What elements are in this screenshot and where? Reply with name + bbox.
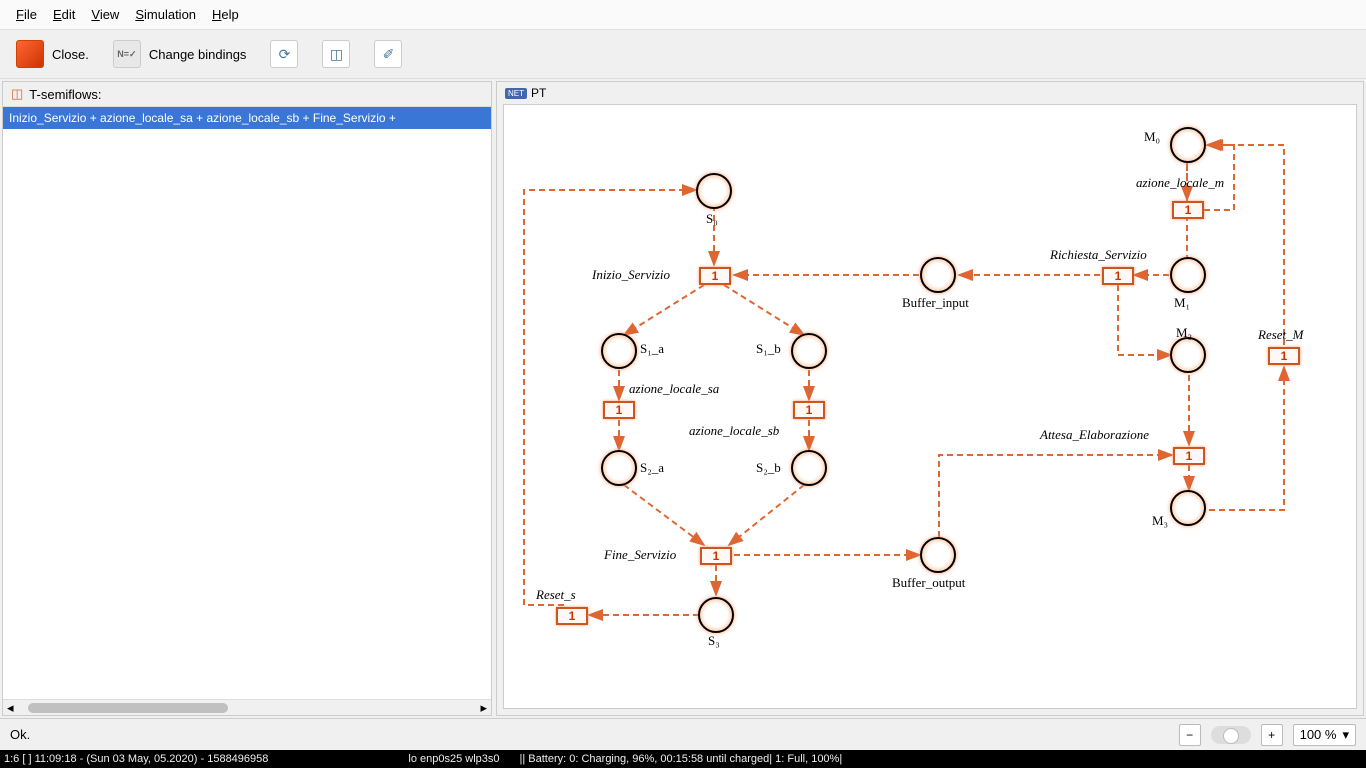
label-fine: Fine_Servizio <box>604 547 676 563</box>
menu-view[interactable]: View <box>83 3 127 26</box>
tool-refresh[interactable]: ⟳ <box>270 40 298 68</box>
right-panel: NET PT <box>496 81 1364 716</box>
petri-net-canvas[interactable]: S₀ S₁_a S₁_b S₂_a S₂_b S₃ Buffer_input B… <box>503 104 1357 709</box>
status-message: Ok. <box>10 727 30 742</box>
menu-edit[interactable]: Edit <box>45 3 83 26</box>
label-s1b: S₁_b <box>756 341 781 357</box>
label-att: Attesa_Elaborazione <box>1040 427 1149 443</box>
label-s3: S₃ <box>708 633 720 649</box>
semiflows-icon: ◫ <box>11 86 23 102</box>
transition-azione-sb[interactable]: 1 <box>793 401 825 419</box>
label-s1a: S₁_a <box>640 341 664 357</box>
label-s0: S₀ <box>706 211 718 227</box>
left-panel: ◫ T-semiflows: Inizio_Servizio + azione_… <box>2 81 492 716</box>
semiflows-title: T-semiflows: <box>29 87 101 102</box>
transition-reset-s[interactable]: 1 <box>556 607 588 625</box>
horizontal-scrollbar[interactable]: ◂ ▸ <box>3 699 491 715</box>
panel-icon: ◫ <box>322 40 350 68</box>
measure-icon: ✐ <box>374 40 402 68</box>
label-resets: Reset_s <box>536 587 576 603</box>
close-label: Close. <box>52 47 89 62</box>
place-s1a[interactable] <box>601 333 637 369</box>
label-s2b: S₂_b <box>756 460 781 476</box>
place-s0[interactable] <box>696 173 732 209</box>
label-rich: Richiesta_Servizio <box>1050 247 1147 263</box>
sysbar-time: 1:6 [ ] 11:09:18 - (Sun 03 May, 05.2020)… <box>4 753 268 765</box>
net-badge: NET <box>505 88 527 99</box>
sysbar-battery: || Battery: 0: Charging, 96%, 00:15:58 u… <box>520 753 843 765</box>
scroll-thumb[interactable] <box>28 703 228 713</box>
scroll-left-icon[interactable]: ◂ <box>7 700 14 716</box>
system-bar: 1:6 [ ] 11:09:18 - (Sun 03 May, 05.2020)… <box>0 750 1366 768</box>
tool-panel[interactable]: ◫ <box>322 40 350 68</box>
change-bindings-button[interactable]: N=✓ Change bindings <box>113 40 247 68</box>
transition-richiesta[interactable]: 1 <box>1102 267 1134 285</box>
zoom-out-button[interactable]: − <box>1179 724 1201 746</box>
place-buffer-output[interactable] <box>920 537 956 573</box>
zoom-in-button[interactable]: + <box>1261 724 1283 746</box>
chevron-down-icon: ▾ <box>1342 727 1349 743</box>
label-m0: M₀ <box>1144 129 1160 145</box>
menu-simulation[interactable]: Simulation <box>127 3 204 26</box>
label-inizio: Inizio_Servizio <box>592 267 670 283</box>
canvas-title-bar: NET PT <box>505 86 546 100</box>
bindings-icon: N=✓ <box>113 40 141 68</box>
zoom-controls: − + 100 % ▾ <box>1179 724 1356 746</box>
left-panel-header: ◫ T-semiflows: <box>3 82 491 107</box>
label-m2: M₂ <box>1176 325 1192 341</box>
label-resetm: Reset_M <box>1258 327 1303 343</box>
transition-reset-m[interactable]: 1 <box>1268 347 1300 365</box>
menu-file[interactable]: File <box>8 3 45 26</box>
label-s2a: S₂_a <box>640 460 664 476</box>
place-m3[interactable] <box>1170 490 1206 526</box>
zoom-select[interactable]: 100 % ▾ <box>1293 724 1356 746</box>
close-button[interactable]: Close. <box>16 40 89 68</box>
canvas-title: PT <box>531 86 546 100</box>
transition-azione-locale-m[interactable]: 1 <box>1172 201 1204 219</box>
tool-measure[interactable]: ✐ <box>374 40 402 68</box>
place-m1[interactable] <box>1170 257 1206 293</box>
semiflow-item-selected[interactable]: Inizio_Servizio + azione_locale_sa + azi… <box>3 107 491 129</box>
menu-bar: File Edit View Simulation Help <box>0 0 1366 30</box>
label-m3: M₃ <box>1152 513 1168 529</box>
place-s1b[interactable] <box>791 333 827 369</box>
toolbar: Close. N=✓ Change bindings ⟳ ◫ ✐ <box>0 30 1366 79</box>
menu-help[interactable]: Help <box>204 3 247 26</box>
label-azsa: azione_locale_sa <box>629 381 719 397</box>
transition-azione-sa[interactable]: 1 <box>603 401 635 419</box>
label-azm: azione_locale_m <box>1136 175 1224 191</box>
semiflows-list[interactable]: Inizio_Servizio + azione_locale_sa + azi… <box>3 107 491 699</box>
place-s3[interactable] <box>698 597 734 633</box>
canvas-container: NET PT <box>496 81 1364 716</box>
close-icon <box>16 40 44 68</box>
main-area: ◫ T-semiflows: Inizio_Servizio + azione_… <box>0 79 1366 718</box>
label-buffer-input: Buffer_input <box>902 295 969 311</box>
zoom-value: 100 % <box>1300 727 1337 742</box>
sysbar-network: lo enp0s25 wlp3s0 <box>408 753 499 765</box>
transition-attesa[interactable]: 1 <box>1173 447 1205 465</box>
label-buffer-output: Buffer_output <box>892 575 965 591</box>
place-s2b[interactable] <box>791 450 827 486</box>
view-toggle[interactable] <box>1211 726 1251 744</box>
scroll-right-icon[interactable]: ▸ <box>480 700 487 716</box>
place-s2a[interactable] <box>601 450 637 486</box>
place-m0[interactable] <box>1170 127 1206 163</box>
change-bindings-label: Change bindings <box>149 47 247 62</box>
transition-fine-servizio[interactable]: 1 <box>700 547 732 565</box>
label-m1: M₁ <box>1174 295 1190 311</box>
place-buffer-input[interactable] <box>920 257 956 293</box>
place-m2[interactable] <box>1170 337 1206 373</box>
refresh-icon: ⟳ <box>270 40 298 68</box>
status-bar: Ok. − + 100 % ▾ <box>0 718 1366 750</box>
transition-inizio-servizio[interactable]: 1 <box>699 267 731 285</box>
label-azsb: azione_locale_sb <box>689 423 779 439</box>
